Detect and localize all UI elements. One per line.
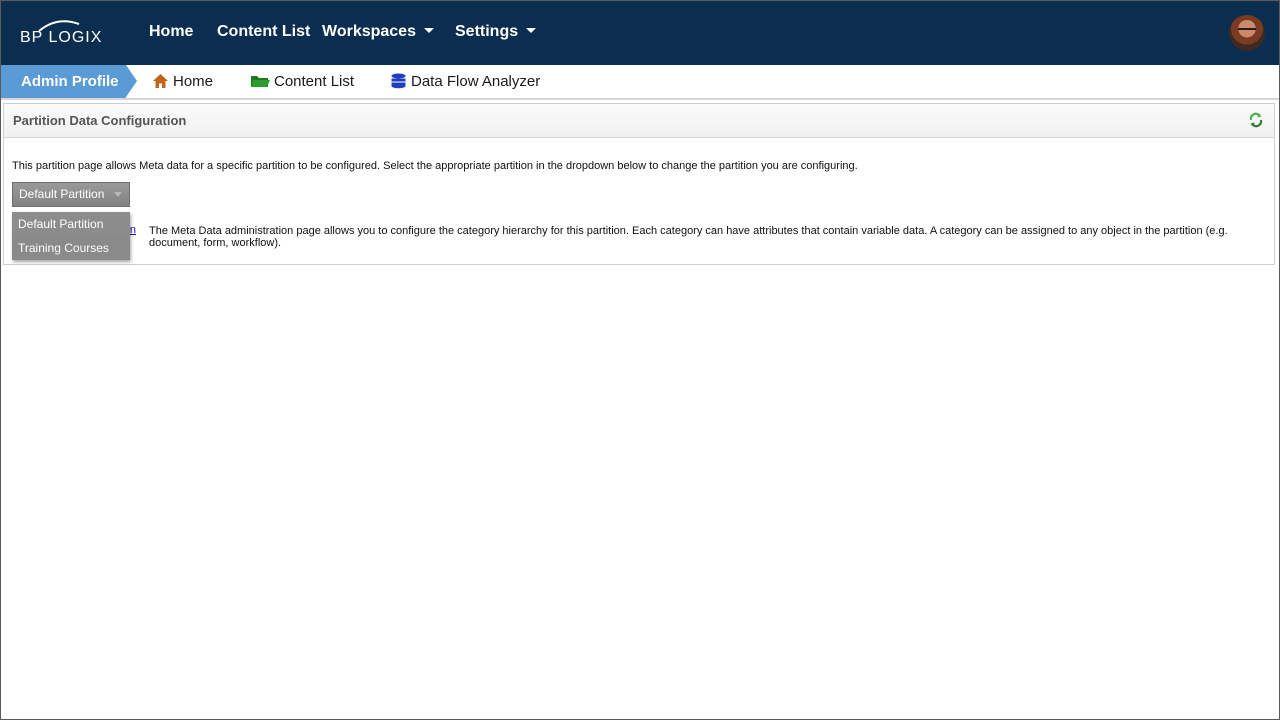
breadcrumb-bar: Admin Profile Home Content List Data Flo… — [1, 65, 1279, 100]
app-window: BP LOGIX Home Content List Workspaces Se… — [0, 0, 1280, 720]
user-avatar[interactable] — [1229, 15, 1265, 51]
nav-content-list[interactable]: Content List — [217, 23, 310, 41]
crumb-data-flow-analyzer[interactable]: Data Flow Analyzer — [390, 73, 540, 90]
panel-header: Partition Data Configuration — [4, 104, 1274, 138]
folder-icon — [251, 76, 270, 87]
panel-title: Partition Data Configuration — [13, 113, 187, 128]
nav-settings-label: Settings — [455, 23, 519, 40]
crumb-home[interactable]: Home — [152, 73, 213, 90]
tab-arrow — [126, 65, 137, 97]
partition-config-panel: Partition Data Configuration This partit… — [3, 103, 1275, 265]
tab-admin-profile[interactable]: Admin Profile — [1, 65, 126, 98]
logo-text: BP LOGIX — [20, 29, 103, 46]
chevron-down-icon — [114, 192, 122, 197]
chevron-down-icon — [526, 28, 537, 33]
partition-select[interactable]: Default Partition — [12, 182, 130, 207]
crumb-data-flow-analyzer-label: Data Flow Analyzer — [411, 73, 541, 90]
partition-option[interactable]: Default Partition — [12, 212, 130, 236]
meta-data-description: The Meta Data administration page allows… — [149, 225, 1228, 249]
avatar-glasses — [1238, 28, 1256, 35]
crumb-content-list[interactable]: Content List — [250, 73, 354, 90]
partition-select-value: Default Partition — [19, 187, 105, 201]
nav-workspaces[interactable]: Workspaces — [322, 23, 434, 41]
partition-dropdown-list: Default Partition Training Courses — [12, 212, 130, 260]
database-icon — [391, 73, 406, 89]
chevron-down-icon — [423, 28, 434, 33]
crumb-content-list-label: Content List — [274, 73, 355, 90]
top-navbar: BP LOGIX Home Content List Workspaces Se… — [1, 1, 1279, 65]
crumb-home-label: Home — [173, 73, 214, 90]
panel-description: This partition page allows Meta data for… — [12, 160, 858, 172]
home-icon — [153, 74, 168, 88]
nav-settings[interactable]: Settings — [455, 23, 537, 41]
partition-option[interactable]: Training Courses — [12, 236, 130, 260]
refresh-icon[interactable] — [1247, 111, 1265, 129]
nav-home[interactable]: Home — [149, 23, 193, 41]
bp-logix-logo[interactable]: BP LOGIX — [17, 18, 109, 48]
nav-workspaces-label: Workspaces — [322, 23, 416, 40]
